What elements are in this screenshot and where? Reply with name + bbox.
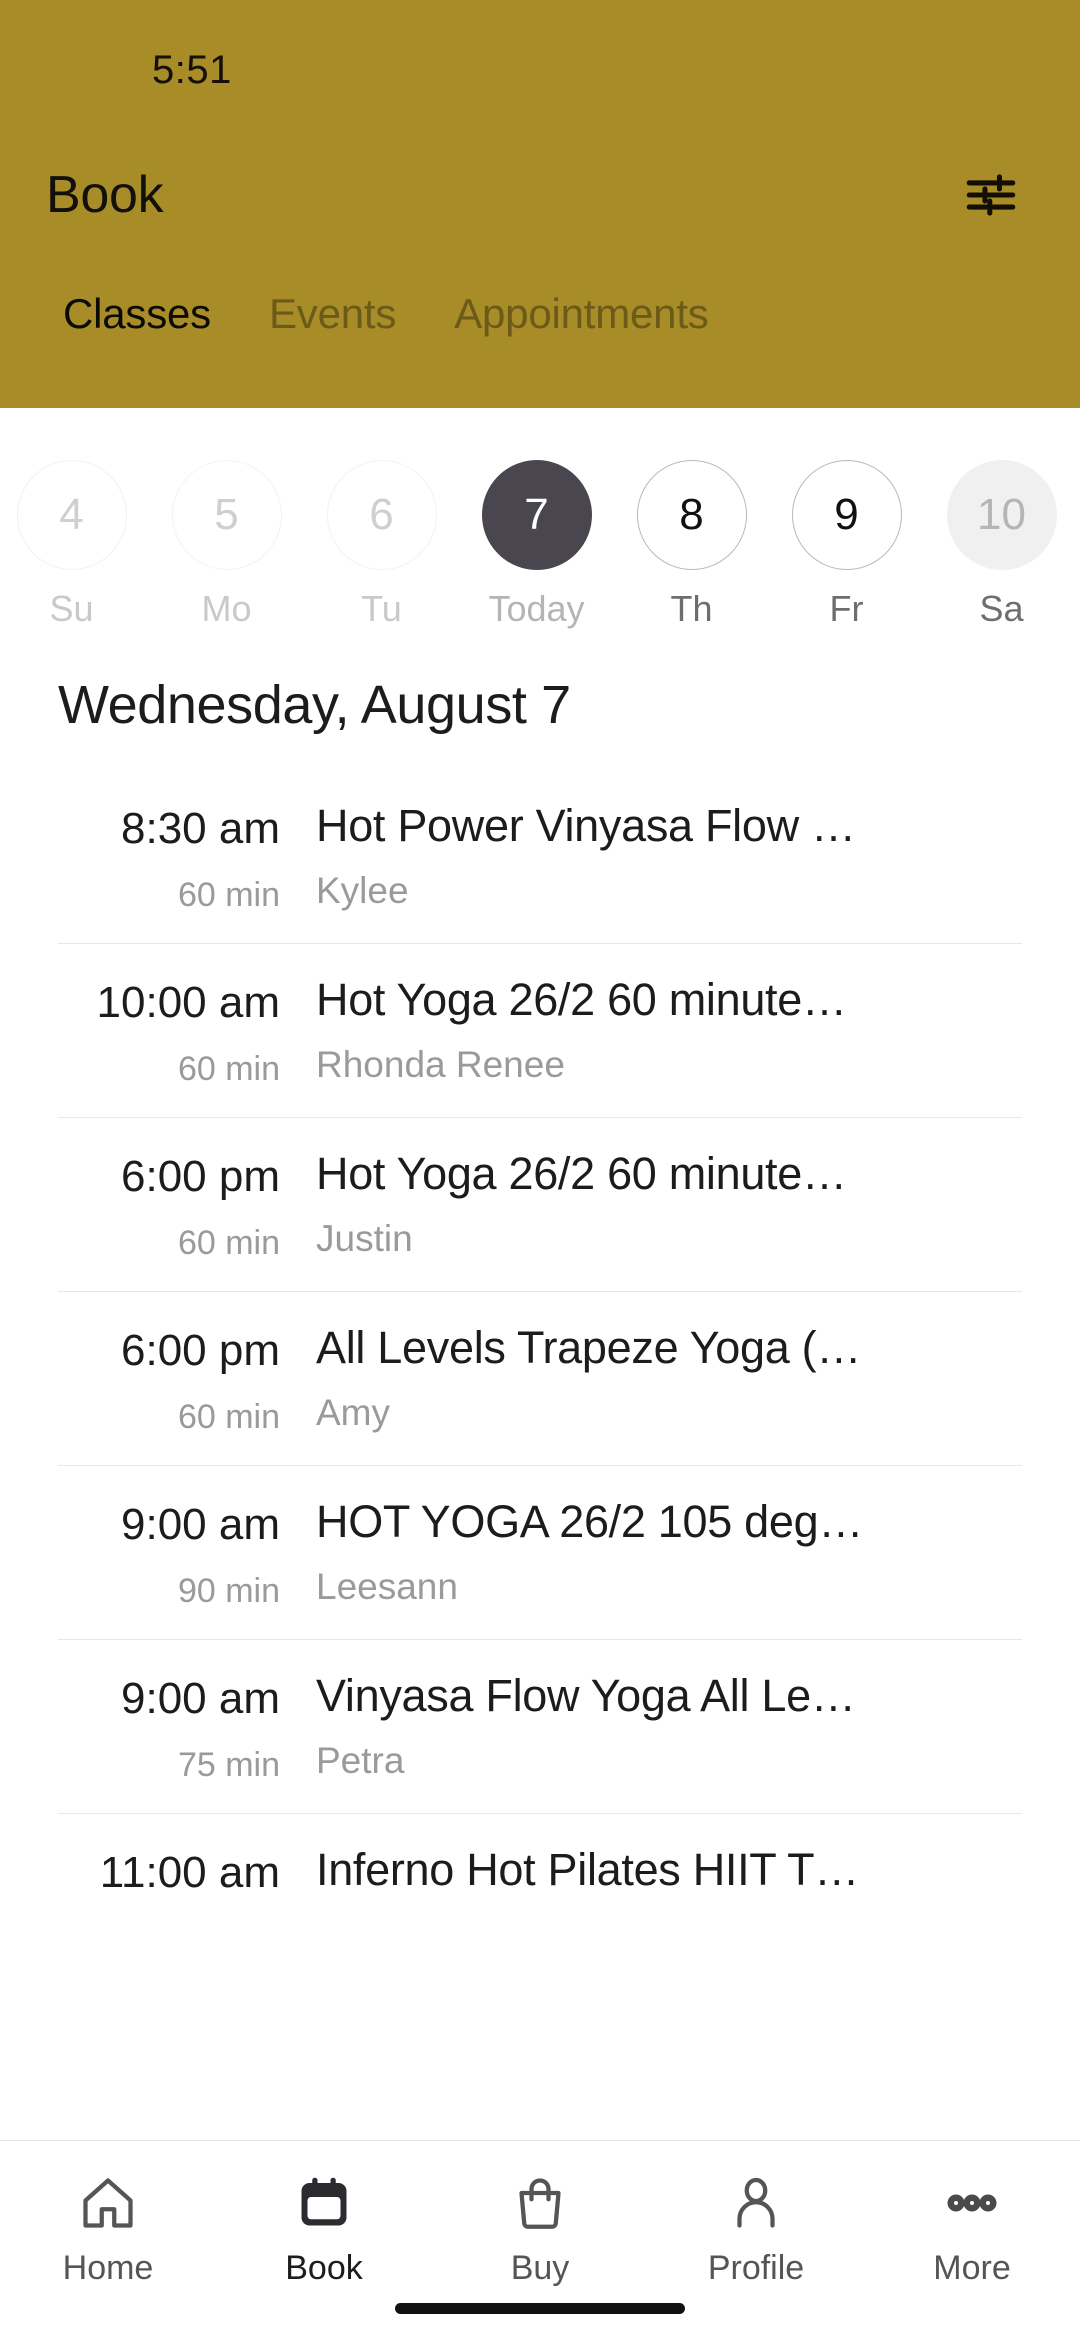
date-number-9: 9 <box>791 460 902 570</box>
class-duration: 60 min <box>177 876 280 914</box>
nav-item-more[interactable]: More <box>864 2167 1080 2288</box>
class-name: HOT YOGA 26/2 105 deg… <box>316 1496 864 1547</box>
page-title: Book <box>46 166 164 224</box>
class-list[interactable]: 8:30 am 60 min Hot Power Vinyasa Flow … … <box>0 736 1080 2140</box>
class-time-column: 6:00 pm 60 min <box>58 1322 308 1437</box>
class-name: Vinyasa Flow Yoga All Le… <box>316 1670 856 1721</box>
date-number-6: 6 <box>326 460 437 570</box>
class-name: Hot Yoga 26/2 60 minute… <box>316 974 847 1025</box>
bottom-navigation: Home Book Buy Profile More <box>0 2140 1080 2340</box>
tab-appointments[interactable]: Appointments <box>425 290 737 338</box>
class-instructor: Kylee <box>316 870 409 911</box>
nav-label-buy: Buy <box>510 2249 570 2287</box>
title-bar: Book <box>0 140 1080 250</box>
date-number-4: 4 <box>16 460 127 570</box>
class-name: Hot Power Vinyasa Flow … <box>316 800 856 851</box>
date-cell-8[interactable]: 8 Th <box>614 460 769 630</box>
date-weekday-6: Tu <box>361 588 402 629</box>
date-number-8: 8 <box>636 460 747 570</box>
date-weekday-9: Fr <box>829 588 864 629</box>
class-row[interactable]: 9:00 am 75 min Vinyasa Flow Yoga All Le…… <box>58 1639 1022 1813</box>
nav-label-book: Book <box>285 2249 363 2287</box>
class-time-column: 9:00 am 75 min <box>58 1670 308 1785</box>
more-dots-icon <box>942 2167 1002 2239</box>
class-time: 11:00 am <box>99 1848 280 1897</box>
class-name: All Levels Trapeze Yoga (… <box>316 1322 862 1373</box>
date-cell-10[interactable]: 10 Sa <box>924 460 1079 630</box>
date-cell-9[interactable]: 9 Fr <box>769 460 924 630</box>
class-instructor: Amy <box>316 1392 390 1433</box>
class-time-column: 9:00 am 90 min <box>58 1496 308 1611</box>
class-duration: 75 min <box>177 1746 280 1784</box>
class-info-column: HOT YOGA 26/2 105 deg… Leesann <box>308 1496 1022 1608</box>
date-cell-6[interactable]: 6 Tu <box>304 460 459 630</box>
class-time: 9:00 am <box>121 1500 280 1549</box>
class-row[interactable]: 9:00 am 90 min HOT YOGA 26/2 105 deg… Le… <box>58 1465 1022 1639</box>
app-header: 5:51 Book Classes Events Appointments <box>0 0 1080 408</box>
app-screen: 5:51 Book Classes Events Appointments 4 … <box>0 0 1080 2340</box>
date-cell-5[interactable]: 5 Mo <box>149 460 304 630</box>
nav-label-home: Home <box>62 2249 154 2287</box>
class-info-column: Hot Yoga 26/2 60 minute… Rhonda Renee <box>308 974 1022 1086</box>
class-info-column: Inferno Hot Pilates HIIT T… <box>308 1844 1022 1896</box>
nav-item-buy[interactable]: Buy <box>432 2167 648 2288</box>
class-time: 8:30 am <box>121 804 280 853</box>
home-icon <box>78 2167 138 2239</box>
class-time-column: 11:00 am <box>58 1844 308 1898</box>
class-name: Hot Yoga 26/2 60 minute… <box>316 1148 847 1199</box>
class-row[interactable]: 10:00 am 60 min Hot Yoga 26/2 60 minute…… <box>58 943 1022 1117</box>
class-row[interactable]: 6:00 pm 60 min All Levels Trapeze Yoga (… <box>58 1291 1022 1465</box>
class-time: 9:00 am <box>121 1674 280 1723</box>
class-row[interactable]: 11:00 am Inferno Hot Pilates HIIT T… <box>58 1813 1022 1898</box>
nav-item-book[interactable]: Book <box>216 2167 432 2288</box>
class-duration: 60 min <box>177 1398 280 1436</box>
class-duration: 90 min <box>177 1572 280 1610</box>
status-bar-clock: 5:51 <box>152 47 232 92</box>
nav-label-more: More <box>933 2249 1011 2287</box>
date-weekday-today: Today <box>488 588 585 629</box>
nav-item-profile[interactable]: Profile <box>648 2167 864 2288</box>
class-info-column: Vinyasa Flow Yoga All Le… Petra <box>308 1670 1022 1782</box>
nav-item-home[interactable]: Home <box>0 2167 216 2288</box>
person-icon <box>726 2167 786 2239</box>
date-weekday-8: Th <box>670 588 713 629</box>
class-instructor: Leesann <box>316 1566 458 1607</box>
class-row[interactable]: 6:00 pm 60 min Hot Yoga 26/2 60 minute… … <box>58 1117 1022 1291</box>
section-tabs: Classes Events Appointments <box>0 250 1080 338</box>
class-info-column: All Levels Trapeze Yoga (… Amy <box>308 1322 1022 1434</box>
date-weekday-10: Sa <box>979 588 1024 629</box>
class-duration: 60 min <box>177 1224 280 1262</box>
class-time: 6:00 pm <box>121 1326 280 1375</box>
class-info-column: Hot Power Vinyasa Flow … Kylee <box>308 800 1022 912</box>
tab-classes[interactable]: Classes <box>34 290 240 338</box>
class-instructor: Rhonda Renee <box>316 1044 565 1085</box>
date-number-5: 5 <box>171 460 282 570</box>
date-selector[interactable]: 4 Su 5 Mo 6 Tu 7 Today 8 Th 9 Fr 10 Sa <box>0 408 1080 638</box>
class-instructor: Justin <box>316 1218 413 1259</box>
class-duration: 60 min <box>177 1050 280 1088</box>
class-instructor: Petra <box>316 1740 405 1781</box>
date-number-7: 7 <box>481 460 592 570</box>
class-row[interactable]: 8:30 am 60 min Hot Power Vinyasa Flow … … <box>58 770 1022 943</box>
date-cell-7-selected[interactable]: 7 Today <box>459 460 614 630</box>
date-weekday-4: Su <box>49 588 94 629</box>
class-time: 6:00 pm <box>121 1152 280 1201</box>
filter-icon[interactable] <box>958 162 1024 228</box>
class-time: 10:00 am <box>96 978 280 1027</box>
date-number-10: 10 <box>946 460 1057 570</box>
tab-events[interactable]: Events <box>240 290 425 338</box>
class-time-column: 8:30 am 60 min <box>58 800 308 915</box>
class-time-column: 6:00 pm 60 min <box>58 1148 308 1263</box>
status-bar: 5:51 <box>0 0 1080 140</box>
bag-icon <box>510 2167 570 2239</box>
date-weekday-5: Mo <box>201 588 252 629</box>
class-name: Inferno Hot Pilates HIIT T… <box>316 1844 859 1895</box>
schedule-date-heading: Wednesday, August 7 <box>58 675 571 735</box>
class-time-column: 10:00 am 60 min <box>58 974 308 1089</box>
date-cell-4[interactable]: 4 Su <box>0 460 149 630</box>
class-info-column: Hot Yoga 26/2 60 minute… Justin <box>308 1148 1022 1260</box>
nav-label-profile: Profile <box>707 2249 805 2287</box>
calendar-icon <box>294 2167 354 2239</box>
home-indicator <box>395 2303 685 2314</box>
